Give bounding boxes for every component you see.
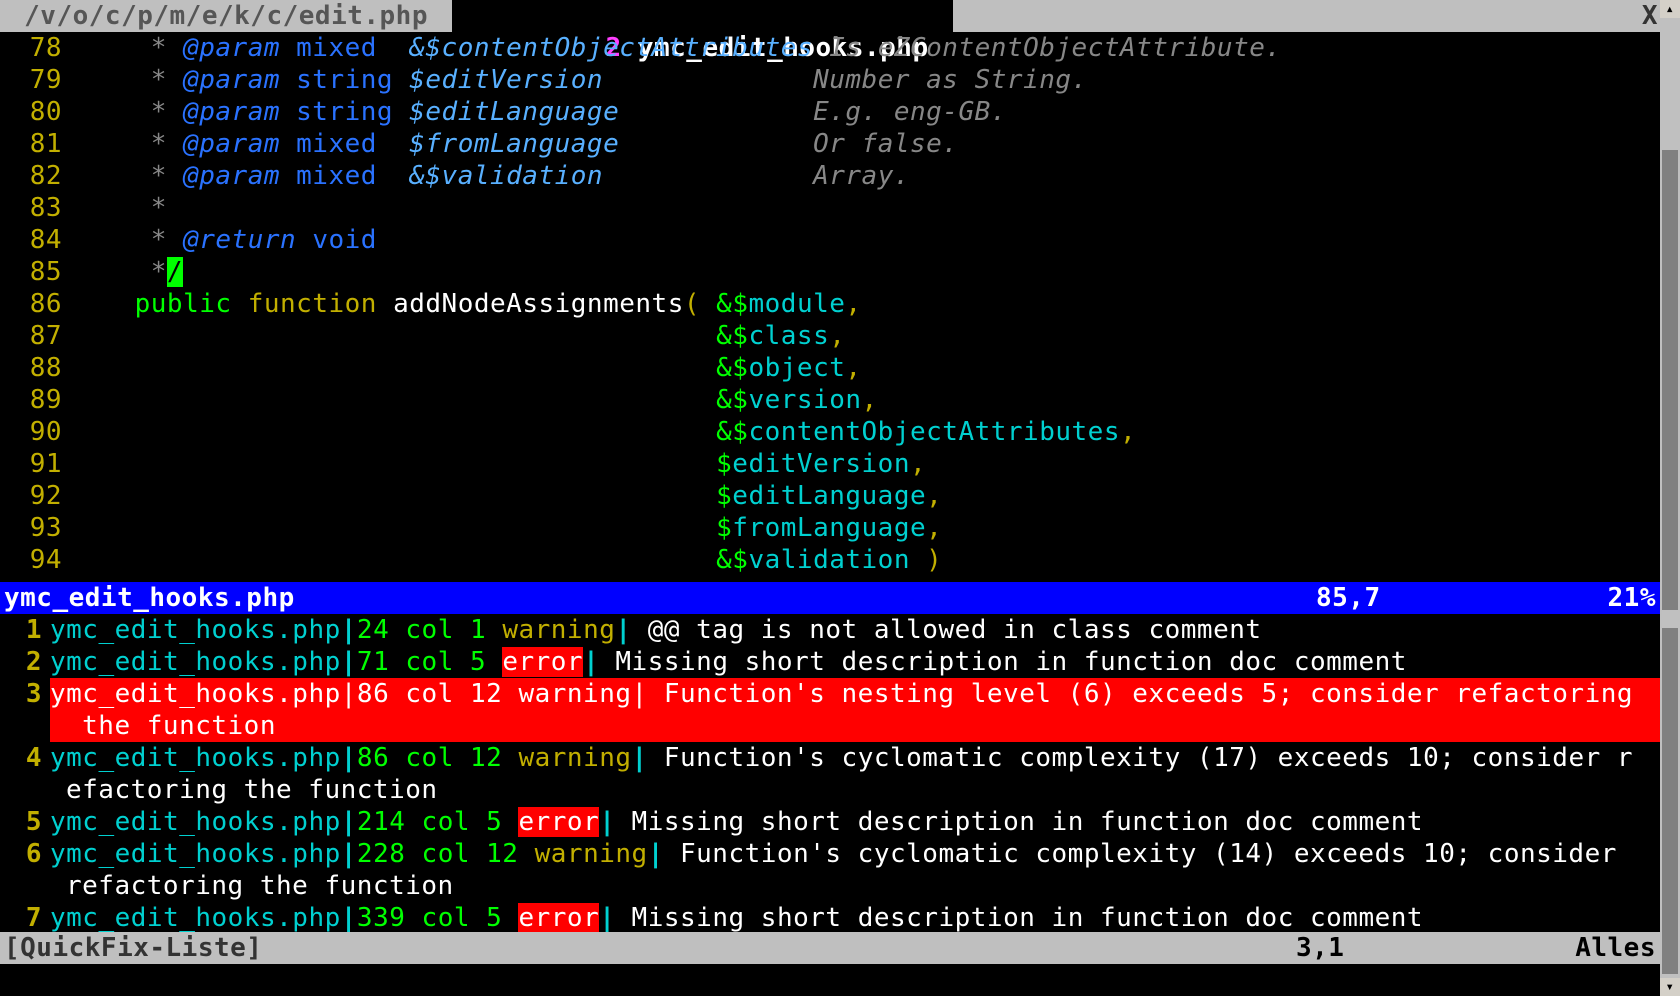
code-line[interactable]: 91 $editVersion, <box>0 448 1660 480</box>
code-text: * @param mixed &$contentObjectAttributes… <box>70 32 1660 64</box>
vertical-scrollbar[interactable]: ▴ ▾ <box>1660 0 1680 996</box>
line-number: 87 <box>0 320 70 352</box>
line-number: 90 <box>0 416 70 448</box>
code-line[interactable]: 82 * @param mixed &$validation Array. <box>0 160 1660 192</box>
line-number: 81 <box>0 128 70 160</box>
code-text: * @param string $editLanguage E.g. eng-G… <box>70 96 1660 128</box>
tab-filler <box>953 0 1640 32</box>
code-text: * @param mixed &$validation Array. <box>70 160 1660 192</box>
scrollbar-thumb-bottom[interactable] <box>1662 628 1678 974</box>
code-text: &$contentObjectAttributes, <box>70 416 1660 448</box>
line-number: 86 <box>0 288 70 320</box>
quickfix-text: ymc_edit_hooks.php|214 col 5 error| Miss… <box>50 806 1660 838</box>
code-line[interactable]: 87 &$class, <box>0 320 1660 352</box>
quickfix-text: ymc_edit_hooks.php|24 col 1 warning| @@ … <box>50 614 1660 646</box>
line-number: 82 <box>0 160 70 192</box>
code-line[interactable]: 90 &$contentObjectAttributes, <box>0 416 1660 448</box>
line-number: 78 <box>0 32 70 64</box>
code-text: $fromLanguage, <box>70 512 1660 544</box>
status-percent: 21% <box>1576 582 1656 614</box>
quickfix-item[interactable]: 5ymc_edit_hooks.php|214 col 5 error| Mis… <box>0 806 1660 838</box>
quickfix-line-number: 6 <box>0 838 50 902</box>
line-number: 79 <box>0 64 70 96</box>
quickfix-line-number: 2 <box>0 646 50 678</box>
line-number: 83 <box>0 192 70 224</box>
code-text: * @return void <box>70 224 1660 256</box>
quickfix-line-number: 1 <box>0 614 50 646</box>
screen: /v/o/c/p/m/e/k/c/edit.php 2 ymc_edit_hoo… <box>0 0 1680 996</box>
tab-close-button[interactable]: X <box>1640 0 1660 32</box>
code-line[interactable]: 94 &$validation ) <box>0 544 1660 576</box>
quickfix-text: ymc_edit_hooks.php|228 col 12 warning| F… <box>50 838 1660 902</box>
line-number: 85 <box>0 256 70 288</box>
code-text: &$validation ) <box>70 544 1660 576</box>
line-number: 93 <box>0 512 70 544</box>
tab-inactive[interactable]: /v/o/c/p/m/e/k/c/edit.php <box>0 0 452 32</box>
quickfix-line-number: 5 <box>0 806 50 838</box>
scrollbar-thumb-top[interactable] <box>1662 150 1678 610</box>
quickfix-percent: Alles <box>1556 932 1656 964</box>
code-line[interactable]: 92 $editLanguage, <box>0 480 1660 512</box>
code-text: $editLanguage, <box>70 480 1660 512</box>
quickfix-title: [QuickFix-Liste] <box>4 932 262 964</box>
quickfix-text: ymc_edit_hooks.php|71 col 5 error| Missi… <box>50 646 1660 678</box>
code-line[interactable]: 80 * @param string $editLanguage E.g. en… <box>0 96 1660 128</box>
line-number: 84 <box>0 224 70 256</box>
line-number: 88 <box>0 352 70 384</box>
code-text: * @param string $editVersion Number as S… <box>70 64 1660 96</box>
code-text: */ <box>70 256 1660 288</box>
quickfix-item[interactable]: 1ymc_edit_hooks.php|24 col 1 warning| @@… <box>0 614 1660 646</box>
quickfix-item[interactable]: 2ymc_edit_hooks.php|71 col 5 error| Miss… <box>0 646 1660 678</box>
line-number: 89 <box>0 384 70 416</box>
code-text: * @param mixed $fromLanguage Or false. <box>70 128 1660 160</box>
code-line[interactable]: 88 &$object, <box>0 352 1660 384</box>
code-line[interactable]: 89 &$version, <box>0 384 1660 416</box>
status-position: 85,7 <box>1316 582 1576 614</box>
status-filename: ymc_edit_hooks.php <box>4 582 295 614</box>
quickfix-item[interactable]: 4ymc_edit_hooks.php|86 col 12 warning| F… <box>0 742 1660 806</box>
quickfix-line-number: 3 <box>0 678 50 742</box>
line-number: 80 <box>0 96 70 128</box>
quickfix-item[interactable]: 3ymc_edit_hooks.php|86 col 12 warning| F… <box>0 678 1660 742</box>
quickfix-line-number: 7 <box>0 902 50 932</box>
code-line[interactable]: 84 * @return void <box>0 224 1660 256</box>
quickfix-text: ymc_edit_hooks.php|86 col 12 warning| Fu… <box>50 678 1660 742</box>
quickfix-pane[interactable]: 1ymc_edit_hooks.php|24 col 1 warning| @@… <box>0 614 1660 932</box>
line-number: 94 <box>0 544 70 576</box>
code-text: &$version, <box>70 384 1660 416</box>
code-pane[interactable]: 78 * @param mixed &$contentObjectAttribu… <box>0 32 1660 582</box>
quickfix-line-number: 4 <box>0 742 50 806</box>
status-line: ymc_edit_hooks.php 85,7 21% <box>0 582 1660 614</box>
quickfix-item[interactable]: 6ymc_edit_hooks.php|228 col 12 warning| … <box>0 838 1660 902</box>
code-text: &$object, <box>70 352 1660 384</box>
quickfix-text: ymc_edit_hooks.php|339 col 5 error| Miss… <box>50 902 1660 932</box>
line-number: 91 <box>0 448 70 480</box>
code-text: $editVersion, <box>70 448 1660 480</box>
quickfix-item[interactable]: 7ymc_edit_hooks.php|339 col 5 error| Mis… <box>0 902 1660 932</box>
editor-window: /v/o/c/p/m/e/k/c/edit.php 2 ymc_edit_hoo… <box>0 0 1660 996</box>
code-line[interactable]: 93 $fromLanguage, <box>0 512 1660 544</box>
code-line[interactable]: 85 */ <box>0 256 1660 288</box>
line-number: 92 <box>0 480 70 512</box>
code-line[interactable]: 86 public function addNodeAssignments( &… <box>0 288 1660 320</box>
tab-bar: /v/o/c/p/m/e/k/c/edit.php 2 ymc_edit_hoo… <box>0 0 1660 32</box>
code-line[interactable]: 83 * <box>0 192 1660 224</box>
quickfix-position: 3,1 <box>1296 932 1556 964</box>
code-line[interactable]: 81 * @param mixed $fromLanguage Or false… <box>0 128 1660 160</box>
quickfix-status-line: [QuickFix-Liste] 3,1 Alles <box>0 932 1660 964</box>
tab-active[interactable]: 2 ymc_edit_hooks.php <box>452 0 953 32</box>
quickfix-text: ymc_edit_hooks.php|86 col 12 warning| Fu… <box>50 742 1660 806</box>
scroll-up-arrow[interactable]: ▴ <box>1660 0 1680 18</box>
code-text: * <box>70 192 1660 224</box>
code-text: public function addNodeAssignments( &$mo… <box>70 288 1660 320</box>
scroll-down-arrow[interactable]: ▾ <box>1660 978 1680 996</box>
code-text: &$class, <box>70 320 1660 352</box>
code-line[interactable]: 78 * @param mixed &$contentObjectAttribu… <box>0 32 1660 64</box>
code-line[interactable]: 79 * @param string $editVersion Number a… <box>0 64 1660 96</box>
